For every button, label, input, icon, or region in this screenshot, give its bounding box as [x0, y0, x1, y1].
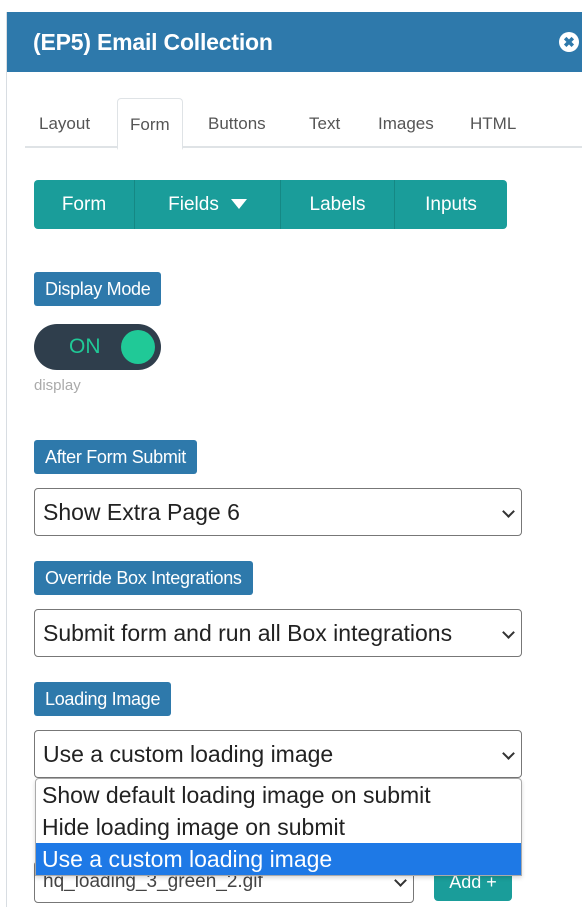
loading-image-label: Loading Image — [34, 682, 172, 716]
chevron-down-icon — [502, 626, 515, 639]
subnav-form-label: Form — [61, 194, 107, 215]
option-custom-loading[interactable]: Use a custom loading image — [36, 843, 521, 875]
override-box-integrations-select[interactable]: Submit form and run all Box integrations — [34, 609, 522, 657]
after-form-submit-label: After Form Submit — [34, 440, 197, 474]
subnav-labels-button[interactable]: Labels — [281, 180, 395, 229]
settings-panel: (EP5) Email Collection ✖ Layout Form But… — [6, 12, 582, 907]
after-form-submit-select[interactable]: Show Extra Page 6 — [34, 488, 522, 536]
tab-html[interactable]: HTML — [470, 98, 516, 148]
subnav-inputs-button[interactable]: Inputs — [395, 180, 507, 229]
tab-text[interactable]: Text — [309, 98, 340, 148]
panel-titlebar: (EP5) Email Collection ✖ — [7, 12, 582, 72]
tab-form[interactable]: Form — [117, 98, 183, 150]
loading-image-options: Show default loading image on submit Hid… — [35, 778, 522, 876]
after-form-submit-value: Show Extra Page 6 — [43, 499, 240, 525]
display-mode-sublabel: display — [34, 377, 81, 394]
subnav-fields-label: Fields — [168, 194, 219, 215]
display-mode-label: Display Mode — [34, 272, 162, 306]
subnav-inputs-label: Inputs — [425, 194, 477, 215]
close-icon[interactable]: ✖ — [559, 32, 579, 52]
override-box-integrations-value: Submit form and run all Box integrations — [43, 620, 453, 646]
tab-buttons[interactable]: Buttons — [208, 98, 266, 148]
toggle-state-text: ON — [69, 335, 101, 358]
tab-layout[interactable]: Layout — [39, 98, 90, 148]
override-box-integrations-label: Override Box Integrations — [34, 561, 253, 595]
option-show-default[interactable]: Show default loading image on submit — [36, 779, 521, 811]
subnav-fields-button[interactable]: Fields — [135, 180, 281, 229]
subnav-labels-label: Labels — [309, 194, 366, 215]
display-mode-toggle[interactable]: ON — [34, 324, 161, 370]
tab-bar: Layout Form Buttons Text Images HTML — [25, 98, 582, 150]
chevron-down-icon — [394, 874, 407, 887]
caret-down-icon — [230, 198, 247, 209]
chevron-down-icon — [502, 747, 515, 760]
form-subnav: Form Fields Labels Inputs — [34, 180, 507, 229]
loading-image-select[interactable]: Use a custom loading image — [34, 730, 522, 778]
subnav-form-button[interactable]: Form — [34, 180, 135, 229]
toggle-knob — [121, 330, 155, 364]
chevron-down-icon — [502, 505, 515, 518]
tab-images[interactable]: Images — [378, 98, 434, 148]
option-hide-loading[interactable]: Hide loading image on submit — [36, 811, 521, 843]
panel-title: (EP5) Email Collection — [33, 29, 273, 55]
loading-image-value: Use a custom loading image — [43, 741, 334, 767]
